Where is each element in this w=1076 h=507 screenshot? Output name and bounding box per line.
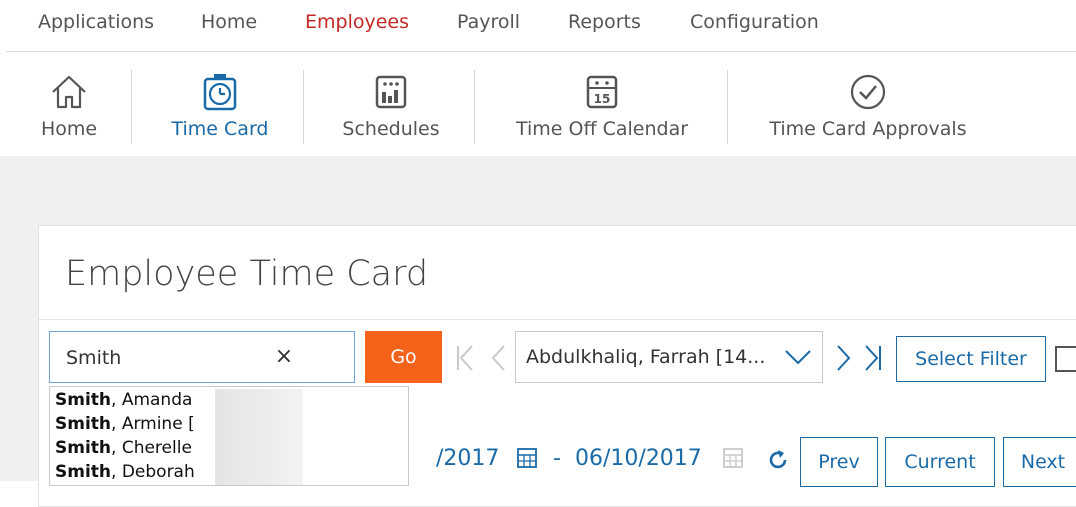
top-nav: Applications Home Employees Payroll Repo… [0,0,1076,48]
toolbar-time-off-calendar-label: Time Off Calendar [515,118,689,140]
module-toolbar: Home Time Card Schedules 15 Time Off Cal… [0,52,1076,156]
employee-search-box: × [49,331,355,383]
suggestion-item[interactable]: Smith, Amanda [55,389,192,411]
date-separator: - [553,446,561,471]
schedule-calendar-icon [371,72,411,112]
suggestion-match: Smith [55,462,112,482]
suggestion-item[interactable]: Smith, Deborah [55,461,195,483]
nav-employees[interactable]: Employees [305,11,409,33]
calendar-15-icon: 15 [582,72,622,112]
page-title: Employee Time Card [65,254,429,294]
nav-applications[interactable]: Applications [38,11,154,33]
suggestion-rest: , Cherelle [111,438,192,458]
suggestion-match: Smith [55,438,112,458]
search-suggestions-dropdown: Smith, Amanda Smith, Armine [ Smith, Che… [49,386,409,486]
toolbar-time-card-approvals-label: Time Card Approvals [769,118,967,140]
stopwatch-icon [200,72,240,112]
toolbar-time-card-approvals[interactable]: Time Card Approvals [757,52,979,156]
toolbar-time-off-calendar[interactable]: 15 Time Off Calendar [503,52,701,156]
title-divider [39,319,1076,320]
first-employee-icon[interactable] [456,343,474,373]
employee-select[interactable]: Abdulkhaliq, Farrah [14... [515,331,823,383]
nav-home[interactable]: Home [201,11,257,33]
date-end: 06/10/2017 [575,446,702,471]
chevron-down-icon [784,347,812,367]
redacted-area [215,389,303,485]
clear-search-button[interactable]: × [272,344,296,370]
toolbar-divider [727,70,728,144]
toolbar-schedules-label: Schedules [342,118,440,140]
checkmark-circle-icon [848,72,888,112]
toolbar-divider [474,70,475,144]
current-period-button[interactable]: Current [885,437,995,487]
select-filter-button[interactable]: Select Filter [896,336,1046,382]
nav-configuration[interactable]: Configuration [690,11,819,33]
previous-employee-icon[interactable] [490,343,508,373]
last-employee-icon[interactable] [864,343,882,373]
filter-checkbox[interactable] [1055,346,1076,372]
refresh-icon[interactable] [766,448,790,472]
suggestion-item[interactable]: Smith, Cherelle [55,437,192,459]
suggestion-rest: , Armine [ [111,414,195,434]
next-employee-icon[interactable] [834,343,852,373]
end-date-calendar-icon[interactable] [722,447,744,469]
nav-payroll[interactable]: Payroll [457,11,520,33]
toolbar-home-label: Home [40,118,98,140]
nav-reports[interactable]: Reports [568,11,641,33]
start-date-calendar-icon[interactable] [516,447,538,469]
toolbar-home[interactable]: Home [30,52,108,156]
go-button[interactable]: Go [365,331,442,383]
suggestion-item[interactable]: Smith, Armine [ [55,413,195,435]
house-icon [49,72,89,112]
svg-text:15: 15 [594,92,611,106]
prev-period-button[interactable]: Prev [800,437,878,487]
date-start: /2017 [436,446,500,471]
suggestion-rest: , Amanda [111,390,193,410]
toolbar-time-card-label: Time Card [171,118,269,140]
toolbar-schedules[interactable]: Schedules [330,52,452,156]
employee-search-input[interactable] [64,342,268,374]
toolbar-time-card[interactable]: Time Card [160,52,280,156]
next-period-button[interactable]: Next [1003,437,1076,487]
suggestion-match: Smith [55,414,112,434]
suggestion-match: Smith [55,390,112,410]
toolbar-divider [131,70,132,144]
toolbar-divider [303,70,304,144]
employee-select-value: Abdulkhaliq, Farrah [14... [526,346,766,368]
suggestion-rest: , Deborah [111,462,195,482]
